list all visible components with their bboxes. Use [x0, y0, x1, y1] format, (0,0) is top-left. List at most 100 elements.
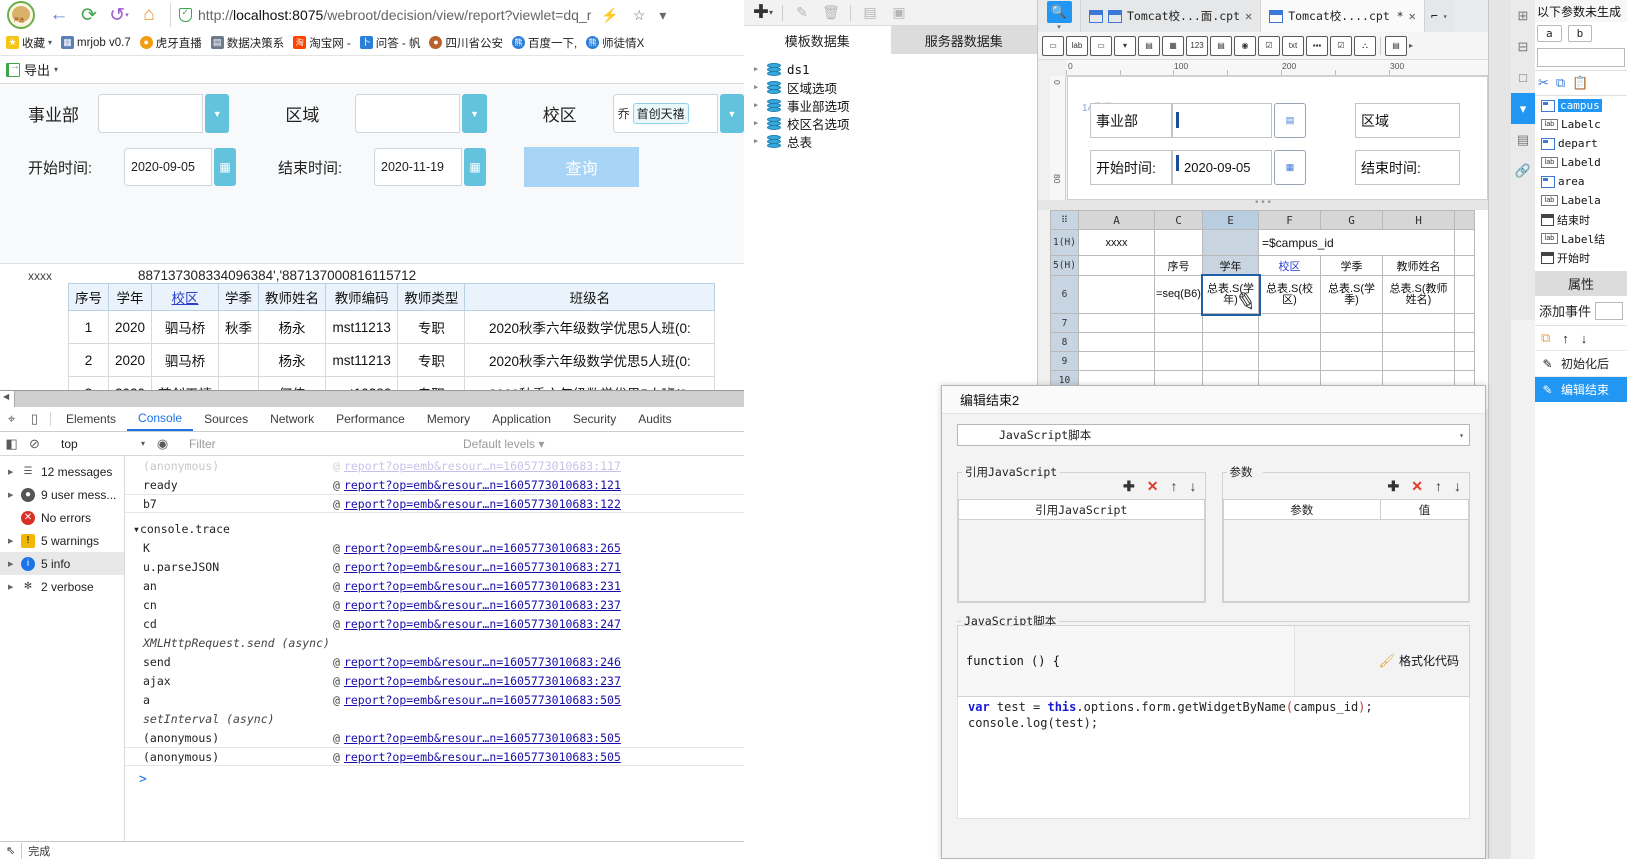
row-header-6[interactable]: 6 [1050, 275, 1079, 314]
text-field-icon[interactable]: ▭ [1042, 35, 1064, 56]
label-icon[interactable]: lab [1066, 35, 1088, 56]
move-down-icon[interactable]: ↓ [1581, 331, 1588, 346]
param-chip-a[interactable]: a [1537, 25, 1562, 42]
cell-scroll[interactable] [1454, 275, 1475, 314]
paste-icon[interactable]: 📋 [1572, 75, 1588, 91]
bookmark-item[interactable]: ● 四川省公安 [429, 35, 503, 51]
chevron-down-icon[interactable]: ▾ [48, 38, 52, 47]
chevron-right-icon[interactable]: ▶ [754, 101, 761, 109]
widget-tree-item-label-end[interactable]: lab Label结 [1535, 229, 1627, 248]
address-bar[interactable]: http://localhost:8075/webroot/decision/v… [170, 3, 740, 27]
area-select[interactable] [355, 94, 461, 133]
row-header-8[interactable]: 8 [1050, 332, 1079, 352]
campus-chip[interactable]: 首创天禧 [632, 103, 689, 124]
bookmark-item[interactable]: 熊师徒情X [586, 35, 644, 51]
calendar-icon[interactable]: ▦ [214, 148, 236, 186]
copy-icon[interactable]: ⧉ [1556, 75, 1565, 91]
cell-F8[interactable] [1258, 332, 1321, 352]
end-date-input[interactable]: 2020-11-19 [374, 148, 462, 186]
cell-F6[interactable]: 总表.S(校区) [1258, 275, 1321, 314]
combo-checkbox-icon[interactable]: ▤ [1138, 35, 1160, 56]
splitter-handle[interactable]: • • • [1038, 198, 1488, 210]
script-type-select[interactable]: JavaScript脚本 ▾ [957, 424, 1470, 446]
preview-icon[interactable]: ▤ [857, 2, 883, 24]
col-header-season[interactable]: 学季 [218, 283, 260, 311]
magnify-icon[interactable]: 🔍 ▾ [1038, 0, 1080, 32]
chevron-right-icon[interactable]: ▶ [754, 137, 761, 145]
bookmark-item[interactable]: ● 虎牙直播 [139, 35, 202, 51]
move-up-icon[interactable]: ↑ [1171, 478, 1178, 495]
text-button-icon[interactable]: txt [1282, 35, 1304, 56]
lightning-icon[interactable]: ⚡ [597, 7, 622, 24]
cell-H9[interactable] [1382, 351, 1455, 371]
cell-scroll[interactable] [1454, 332, 1475, 352]
cell-C1[interactable] [1154, 229, 1203, 256]
cell-A6[interactable] [1078, 275, 1155, 314]
widget-tree-item-end-time[interactable]: 结束时 [1535, 210, 1627, 229]
event-row-init[interactable]: ✎ 初始化后 [1535, 350, 1627, 376]
col-A[interactable]: A [1078, 210, 1155, 230]
cell-A5[interactable] [1078, 255, 1155, 276]
copy-icon[interactable]: ⧉ [1541, 330, 1550, 346]
add-icon[interactable]: ✚ [1388, 478, 1400, 495]
table-row[interactable]: 2 2020 驷马桥 杨永 mst11213 专职 2020秋季六年级数学优思5… [68, 343, 716, 377]
department-select[interactable] [97, 94, 204, 133]
console-levels-select[interactable]: Default levels ▾ [453, 437, 544, 451]
row-header-7[interactable]: 7 [1050, 313, 1079, 333]
move-down-icon[interactable]: ↓ [1454, 478, 1461, 495]
table-row[interactable]: 1 2020 驷马桥 秋季 杨永 mst11213 专职 2020秋季六年级数学… [68, 310, 716, 344]
eye-icon[interactable]: ◉ [151, 436, 174, 452]
history-arrow-icon[interactable]: ↺ ▾ [104, 1, 134, 29]
radio-group-icon[interactable]: ◉ [1234, 35, 1256, 56]
cell-scroll[interactable] [1454, 313, 1475, 333]
cell-F9[interactable] [1258, 351, 1321, 371]
cell-F5[interactable]: 校区 [1258, 255, 1321, 276]
col-C[interactable]: C [1154, 210, 1203, 230]
chevron-down-icon[interactable]: ▾ [655, 7, 670, 24]
cell-C6[interactable]: =seq(B6) [1154, 275, 1203, 314]
col-header-campus[interactable]: 校区 [151, 283, 220, 311]
event-row-edit-end[interactable]: ✎ 编辑结束 [1535, 376, 1627, 402]
chevron-right-icon[interactable]: ▶ [754, 83, 761, 91]
department-label-widget[interactable]: 事业部 [1090, 103, 1172, 138]
cell-C8[interactable] [1154, 332, 1203, 352]
sidebar-item-messages[interactable]: ▶ ☰ 12 messages [0, 460, 124, 483]
col-header-class-name[interactable]: 班级名 [464, 283, 716, 311]
cell-E5[interactable]: 学年 [1202, 255, 1259, 276]
designer-tab-2[interactable]: Tomcat校....cpt * ✕ [1260, 0, 1424, 32]
device-toggle-icon[interactable]: ▯ [23, 407, 46, 431]
clear-console-icon[interactable]: ⊘ [23, 436, 46, 452]
date-picker-icon[interactable]: ▦ [1162, 35, 1184, 56]
move-down-icon[interactable]: ↓ [1190, 478, 1197, 495]
sidebar-toggle-icon[interactable]: ◧ [0, 436, 23, 452]
bookmark-item[interactable]: 淘淘宝网 - [293, 35, 351, 51]
start-label-widget[interactable]: 开始时间: [1090, 150, 1172, 185]
cell-E6[interactable]: 总表.S(学年) [1200, 273, 1261, 316]
tab-memory[interactable]: Memory [416, 407, 481, 431]
campus-select[interactable]: 乔 首创天禧 [612, 94, 718, 133]
horizontal-scrollbar[interactable] [3, 391, 744, 407]
cell-C9[interactable] [1154, 351, 1203, 371]
console-filter-input[interactable]: Filter [183, 435, 453, 452]
cell-G6[interactable]: 总表.S(学季) [1320, 275, 1383, 314]
plus-icon[interactable]: ✚ ▾ [750, 2, 776, 24]
department-input-widget[interactable] [1172, 103, 1272, 138]
edit-pencil-icon[interactable]: ✎ [789, 2, 815, 24]
sheet-grid[interactable]: ⠿ A C E F G H 1(H) xxxx =$campus_id 5(H) [1050, 210, 1475, 409]
number-icon[interactable]: 123 [1186, 35, 1208, 56]
close-icon[interactable]: ✕ [1409, 9, 1416, 23]
tab-server-dataset[interactable]: 服务器数据集 [890, 26, 1037, 54]
chevron-down-icon[interactable]: ▾ [54, 65, 58, 74]
cell-H6[interactable]: 总表.S(教师姓名) [1382, 275, 1455, 314]
widget-tree-item-area[interactable]: area [1535, 172, 1627, 191]
checkbox-group-icon[interactable]: ☑ [1258, 35, 1280, 56]
add-icon[interactable]: ✚ [1123, 478, 1135, 495]
cell-H5[interactable]: 教师姓名 [1382, 255, 1455, 276]
col-header-teacher-type[interactable]: 教师类型 [397, 283, 466, 311]
start-date-input[interactable]: 2020-09-05 [124, 148, 212, 186]
sidebar-item-errors[interactable]: ✕ No errors [0, 506, 124, 529]
cell-scroll[interactable] [1454, 255, 1475, 276]
chevron-right-icon[interactable]: ▸ [1409, 41, 1413, 50]
bookmark-item[interactable]: ★ 收藏 ▾ [6, 35, 52, 51]
widget-tree-item-labeld[interactable]: lab Labeld [1535, 153, 1627, 172]
